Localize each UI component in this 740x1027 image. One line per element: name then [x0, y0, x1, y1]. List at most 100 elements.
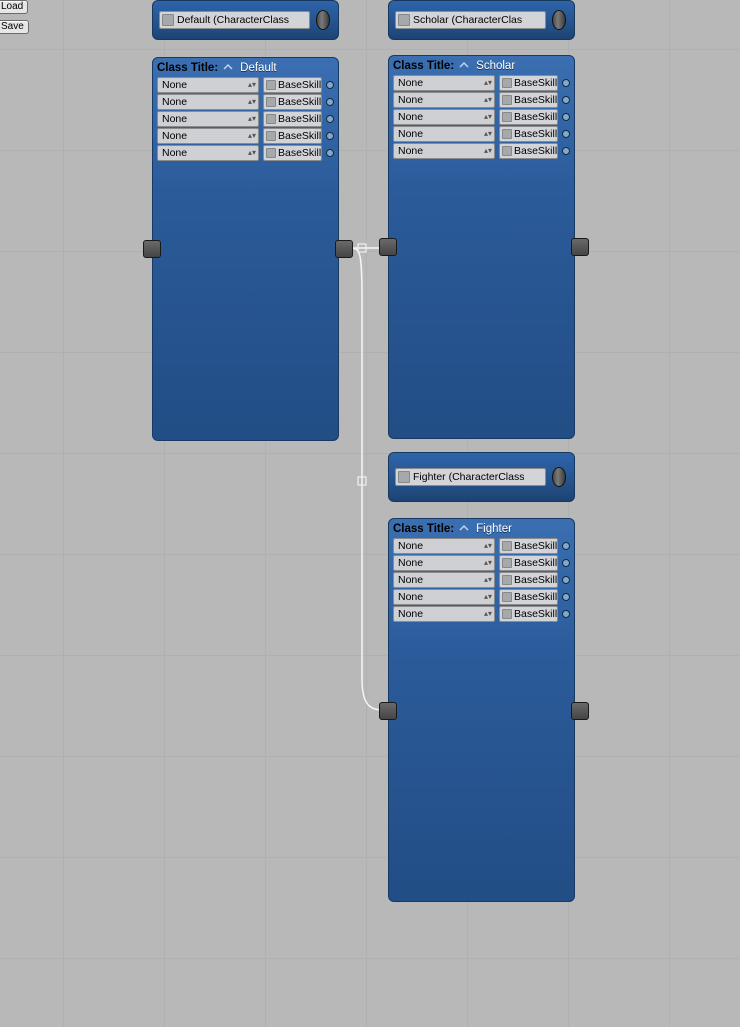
- enum-dropdown[interactable]: None▴▾: [393, 109, 495, 125]
- object-field[interactable]: BaseSkillD: [263, 94, 322, 110]
- dropdown-arrows-icon: ▴▾: [484, 542, 492, 550]
- object-field-text: BaseSkillD: [278, 96, 321, 108]
- enum-dropdown[interactable]: None▴▾: [393, 75, 495, 91]
- asset-icon: [502, 558, 512, 568]
- object-field-text: BaseSkillD: [514, 128, 557, 140]
- row-output-pin[interactable]: [326, 98, 334, 106]
- dropdown-arrows-icon: ▴▾: [248, 115, 256, 123]
- header-default[interactable]: Default (CharacterClass: [152, 0, 339, 40]
- node-default-in-port[interactable]: [143, 240, 161, 258]
- enum-dropdown[interactable]: None▴▾: [157, 94, 259, 110]
- enum-dropdown[interactable]: None▴▾: [393, 572, 495, 588]
- object-field[interactable]: BaseSkillD: [499, 143, 558, 159]
- object-picker-button[interactable]: [552, 10, 566, 30]
- enum-value: None: [398, 591, 423, 603]
- row-output-pin[interactable]: [326, 115, 334, 123]
- object-field[interactable]: BaseSkillD: [499, 126, 558, 142]
- object-field[interactable]: BaseSkillD: [499, 538, 558, 554]
- row-output-pin[interactable]: [562, 542, 570, 550]
- object-field-text: Fighter (CharacterClass: [413, 471, 524, 483]
- object-field[interactable]: BaseSkillD: [499, 555, 558, 571]
- node-default-out-port[interactable]: [335, 240, 353, 258]
- object-field[interactable]: BaseSkillD: [499, 92, 558, 108]
- object-field-text: BaseSkillD: [514, 557, 557, 569]
- foldout-icon[interactable]: [458, 523, 470, 535]
- enum-dropdown[interactable]: None▴▾: [393, 555, 495, 571]
- asset-icon: [266, 148, 276, 158]
- enum-dropdown[interactable]: None▴▾: [393, 606, 495, 622]
- object-field[interactable]: BaseSkillD: [499, 572, 558, 588]
- foldout-icon[interactable]: [458, 60, 470, 72]
- row-output-pin[interactable]: [326, 149, 334, 157]
- row-output-pin[interactable]: [562, 96, 570, 104]
- node-fighter-out-port[interactable]: [571, 702, 589, 720]
- enum-dropdown[interactable]: None ▴▾: [157, 111, 259, 127]
- enum-value: None: [162, 113, 187, 125]
- enum-dropdown[interactable]: None▴▾: [393, 589, 495, 605]
- row-output-pin[interactable]: [562, 559, 570, 567]
- enum-dropdown[interactable]: None▴▾: [157, 77, 259, 93]
- foldout-icon[interactable]: [222, 62, 234, 74]
- load-button[interactable]: Load: [0, 0, 28, 14]
- node-fighter-in-port[interactable]: [379, 702, 397, 720]
- enum-value: None: [162, 130, 187, 142]
- node-graph-canvas[interactable]: { "toolbar": { "load": "Load", "save": "…: [0, 0, 740, 1027]
- object-field-text: BaseSkillD: [278, 147, 321, 159]
- object-field[interactable]: BaseSkillD: [263, 128, 322, 144]
- row-output-pin[interactable]: [562, 130, 570, 138]
- row-output-pin[interactable]: [562, 576, 570, 584]
- enum-dropdown[interactable]: None▴▾: [393, 126, 495, 142]
- object-field[interactable]: BaseSkillD: [499, 75, 558, 91]
- asset-icon: [502, 78, 512, 88]
- enum-dropdown[interactable]: None▴▾: [393, 538, 495, 554]
- row-output-pin[interactable]: [562, 610, 570, 618]
- object-field[interactable]: Scholar (CharacterClas: [395, 11, 546, 29]
- row-output-pin[interactable]: [562, 113, 570, 121]
- object-field[interactable]: BaseSkillD: [263, 77, 322, 93]
- header-scholar[interactable]: Scholar (CharacterClas: [388, 0, 575, 40]
- skill-row: None▴▾BaseSkillD: [153, 77, 338, 94]
- node-scholar-out-port[interactable]: [571, 238, 589, 256]
- skill-row: None▴▾ BaseSkillD: [389, 555, 574, 572]
- object-field-text: BaseSkillD: [514, 574, 557, 586]
- object-field[interactable]: BaseSkillD: [499, 589, 558, 605]
- row-output-pin[interactable]: [326, 132, 334, 140]
- node-fighter[interactable]: Class Title: Fighter None▴▾BaseSkillDNon…: [388, 518, 575, 902]
- class-title-label: Class Title:: [393, 523, 454, 535]
- node-scholar[interactable]: Class Title: Scholar None▴▾BaseSkillDNon…: [388, 55, 575, 439]
- enum-dropdown[interactable]: None▴▾: [393, 143, 495, 159]
- enum-dropdown[interactable]: None▴▾: [393, 92, 495, 108]
- object-field-text: BaseSkillD: [514, 540, 557, 552]
- enum-dropdown[interactable]: None ▴▾: [157, 128, 259, 144]
- asset-icon: [266, 80, 276, 90]
- enum-value: None: [398, 574, 423, 586]
- object-field-text: BaseSkillD: [514, 77, 557, 89]
- object-field[interactable]: BaseSkillD: [499, 606, 558, 622]
- object-field[interactable]: Default (CharacterClass: [159, 11, 310, 29]
- dropdown-arrows-icon: ▴▾: [248, 132, 256, 140]
- object-field[interactable]: BaseSkillD: [263, 145, 322, 161]
- enum-value: None: [398, 128, 423, 140]
- connection-wires: [0, 0, 740, 1027]
- object-field[interactable]: Fighter (CharacterClass: [395, 468, 546, 486]
- asset-icon: [502, 592, 512, 602]
- enum-value: None: [398, 145, 423, 157]
- node-scholar-in-port[interactable]: [379, 238, 397, 256]
- row-output-pin[interactable]: [562, 79, 570, 87]
- class-title-label: Class Title:: [393, 60, 454, 72]
- object-picker-button[interactable]: [316, 10, 330, 30]
- object-field[interactable]: BaseSkillD: [499, 109, 558, 125]
- enum-dropdown[interactable]: None▴▾: [157, 145, 259, 161]
- class-title-label: Class Title:: [157, 62, 218, 74]
- object-picker-button[interactable]: [552, 467, 566, 487]
- object-field[interactable]: BaseSkillD: [263, 111, 322, 127]
- skill-row: None▴▾ BaseSkillD: [389, 538, 574, 555]
- row-output-pin[interactable]: [326, 81, 334, 89]
- object-field-text: BaseSkillD: [514, 94, 557, 106]
- save-button[interactable]: Save: [0, 20, 29, 34]
- node-default[interactable]: Class Title: Default None▴▾BaseSkillDNon…: [152, 57, 339, 441]
- header-fighter[interactable]: Fighter (CharacterClass: [388, 452, 575, 502]
- enum-value: None: [398, 77, 423, 89]
- row-output-pin[interactable]: [562, 593, 570, 601]
- row-output-pin[interactable]: [562, 147, 570, 155]
